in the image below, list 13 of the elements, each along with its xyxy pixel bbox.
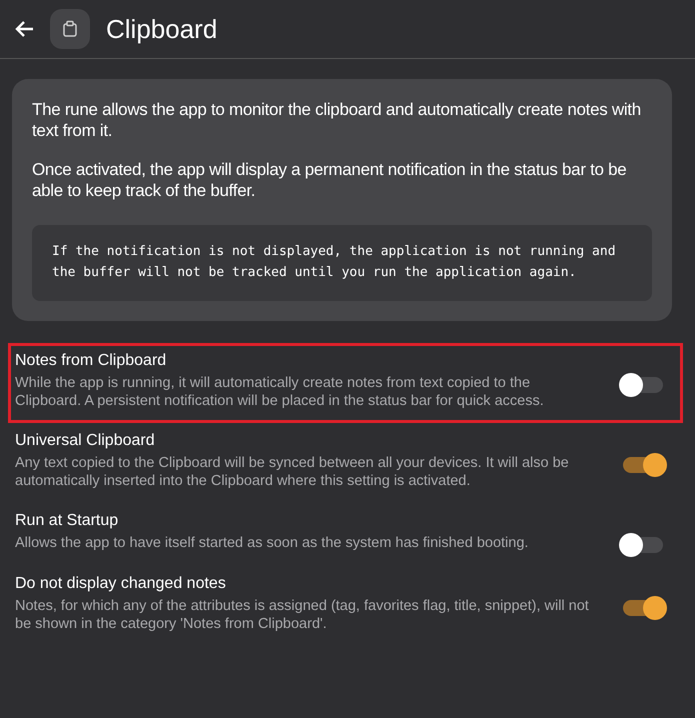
info-paragraph: Once activated, the app will display a permanent notification in the status bar to be able to keep track of the buffer. xyxy=(32,159,628,201)
page-title: Clipboard xyxy=(106,14,218,44)
clipboard-icon xyxy=(62,20,78,38)
setting-description: Any text copied to the Clipboard will be synced between all your devices. It will also be automatically inserted into the Clipboard where this setting is activated. xyxy=(15,454,570,490)
setting-title: Universal Clipboard xyxy=(15,431,156,451)
setting-description: While the app is running, it will automatically create notes from text copied to the Clipboard. A persistent notification will be placed in the status bar for quick access. xyxy=(15,374,545,410)
setting-title: Run at Startup xyxy=(15,511,120,531)
info-paragraph: The rune allows the app to monitor the clipboard and automatically create notes with text from it. xyxy=(32,99,642,141)
setting-description: Notes, for which any of the attributes is assigned (tag, favorites flag, title, snippet), will not be shown in the category 'Notes from Clipboard'. xyxy=(15,597,590,633)
code-note: If the notification is not displayed, the application is not running and the buffer will not be tracked until you run the application again. xyxy=(52,243,617,282)
setting-title: Notes from Clipboard xyxy=(15,351,168,371)
setting-title: Do not display changed notes xyxy=(15,574,227,594)
setting-description: Allows the app to have itself started as soon as the system has finished booting. xyxy=(15,534,530,552)
